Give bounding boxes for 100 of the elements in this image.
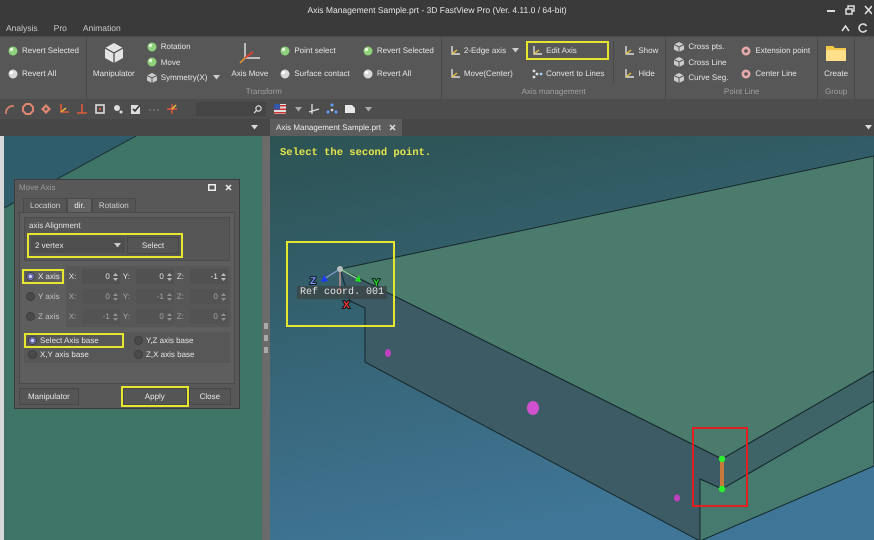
axis-icon xyxy=(448,44,461,56)
tab[interactable]: Location xyxy=(23,198,68,212)
ribbon-button[interactable]: Center Line xyxy=(737,66,814,81)
radio-option[interactable]: Select Axis base xyxy=(26,335,122,346)
square-icon[interactable] xyxy=(94,103,106,115)
ribbon-button[interactable]: Revert Selected xyxy=(4,43,82,58)
spinner-icon xyxy=(112,312,118,322)
axis-icon xyxy=(448,68,461,80)
radio-button[interactable] xyxy=(26,272,35,281)
axis-icon xyxy=(623,68,636,80)
caret-icon xyxy=(213,75,220,80)
caret-icon xyxy=(365,106,372,112)
ribbon-button[interactable]: Surface contact xyxy=(276,66,353,81)
caret-icon xyxy=(251,125,258,130)
restore-icon[interactable] xyxy=(845,5,855,15)
axis-icon[interactable] xyxy=(166,103,178,115)
ribbon-button[interactable]: Convert to Lines xyxy=(528,66,608,81)
spinner-icon xyxy=(166,272,172,282)
close-icon[interactable] xyxy=(388,124,396,131)
diamond-icon[interactable] xyxy=(40,103,52,115)
menu-item[interactable]: Animation xyxy=(82,23,121,33)
dots-icon[interactable] xyxy=(326,103,338,115)
field-label: X: xyxy=(68,312,78,321)
close-icon[interactable] xyxy=(225,184,232,190)
dropdown-field[interactable]: 2 vertex xyxy=(31,237,125,253)
dialog-title: Move Axis xyxy=(19,182,56,192)
ribbon-button[interactable]: Edit Axis xyxy=(528,43,608,58)
sphere-icon xyxy=(279,44,292,56)
ribbon-button[interactable]: Revert All xyxy=(358,66,437,81)
sphere-icon xyxy=(146,40,158,52)
axis-icon xyxy=(531,44,544,56)
octagon-icon[interactable] xyxy=(22,103,34,115)
axis-label: Y xyxy=(373,278,380,289)
tab[interactable]: dir. xyxy=(67,198,92,212)
group-label: Transform xyxy=(244,87,283,98)
ribbon-button[interactable]: Curve Seg. xyxy=(670,70,732,85)
point-icon[interactable] xyxy=(112,103,124,115)
spin-field[interactable]: -1 xyxy=(190,269,228,284)
arc-icon[interactable] xyxy=(4,103,16,115)
cube-icon xyxy=(673,72,686,84)
ribbon-button[interactable]: Revert All xyxy=(4,66,82,81)
ribbon-button[interactable]: Hide xyxy=(620,66,662,81)
ribbon-button[interactable]: Show xyxy=(620,43,662,58)
radio-option[interactable]: Z,X axis base xyxy=(132,349,228,360)
page-icon[interactable] xyxy=(344,103,356,115)
field-label: Y: xyxy=(122,312,131,321)
search-field[interactable] xyxy=(196,102,266,116)
ring-icon[interactable] xyxy=(858,23,868,33)
radio-option[interactable]: Y,Z axis base xyxy=(132,335,228,346)
checkbox-icon[interactable] xyxy=(130,103,142,115)
ribbon-button[interactable]: Create xyxy=(822,37,850,87)
spinner-icon xyxy=(220,272,226,282)
field-label: Y: xyxy=(122,272,131,281)
document-tab[interactable]: Axis Management Sample.prt xyxy=(270,119,402,136)
ribbon-button[interactable]: Cross pts. xyxy=(670,39,732,54)
spin-field[interactable]: 0 xyxy=(136,269,174,284)
tab[interactable]: Rotation xyxy=(92,198,136,212)
ribbon-button[interactable]: Move xyxy=(142,54,224,70)
dialog-button[interactable]: Close xyxy=(188,388,231,405)
ribbon-button[interactable]: Cross Line xyxy=(670,54,732,70)
field-label: Y: xyxy=(122,292,131,301)
radio-button[interactable] xyxy=(28,336,37,345)
group-label: Point Line xyxy=(722,87,761,98)
window-title: Axis Management Sample.prt - 3D FastView Pro (Ver. 4.11.0 / 64-bit) xyxy=(307,5,567,15)
ribbon-button[interactable]: Move(Center) xyxy=(446,66,522,81)
grip-icon[interactable] xyxy=(264,323,268,353)
ribbon-button[interactable]: Rotation xyxy=(142,39,224,54)
maximize-icon[interactable] xyxy=(208,184,216,190)
radio-option[interactable]: X axis xyxy=(24,270,62,282)
search-icon xyxy=(253,104,262,114)
dialog-button[interactable]: Apply xyxy=(122,388,187,405)
flag-icon[interactable] xyxy=(274,104,286,114)
radio-option[interactable]: X,Y axis base xyxy=(26,349,122,360)
field-label: Z: xyxy=(176,312,185,321)
menu-item[interactable]: Analysis xyxy=(6,23,38,33)
axis-icon xyxy=(623,44,636,56)
ribbon-button[interactable]: Manipulator xyxy=(90,37,137,87)
radio-button[interactable] xyxy=(28,350,37,359)
close-icon[interactable] xyxy=(864,5,872,15)
axis-icon[interactable] xyxy=(58,103,70,115)
ribbon-button[interactable]: Axis Move xyxy=(229,37,270,87)
spin-field[interactable]: 0 xyxy=(82,269,120,284)
spinner-icon xyxy=(112,272,118,282)
sphere-icon xyxy=(362,44,374,56)
ribbon-button[interactable]: 2-Edge axis xyxy=(446,43,522,58)
coordinate-label: Ref coord. 001 xyxy=(297,286,388,299)
sphere-icon xyxy=(362,68,374,80)
radio-button[interactable] xyxy=(134,350,143,359)
spinner-icon xyxy=(166,312,172,322)
ribbon-button[interactable]: Point select xyxy=(276,43,353,58)
ribbon-button[interactable]: Revert Selected xyxy=(358,43,437,58)
select-button[interactable]: Select xyxy=(127,237,179,254)
ribbon-button[interactable]: Symmetry(X) xyxy=(142,70,224,85)
chevron-up-icon[interactable] xyxy=(841,24,850,32)
dialog-button[interactable]: Manipulator xyxy=(19,388,79,405)
field-label: X: xyxy=(68,292,78,301)
ribbon-button[interactable]: Extension point xyxy=(737,43,814,58)
radio-button[interactable] xyxy=(134,336,143,345)
menu-item[interactable]: Pro xyxy=(54,23,67,33)
sphere-icon xyxy=(7,68,19,80)
